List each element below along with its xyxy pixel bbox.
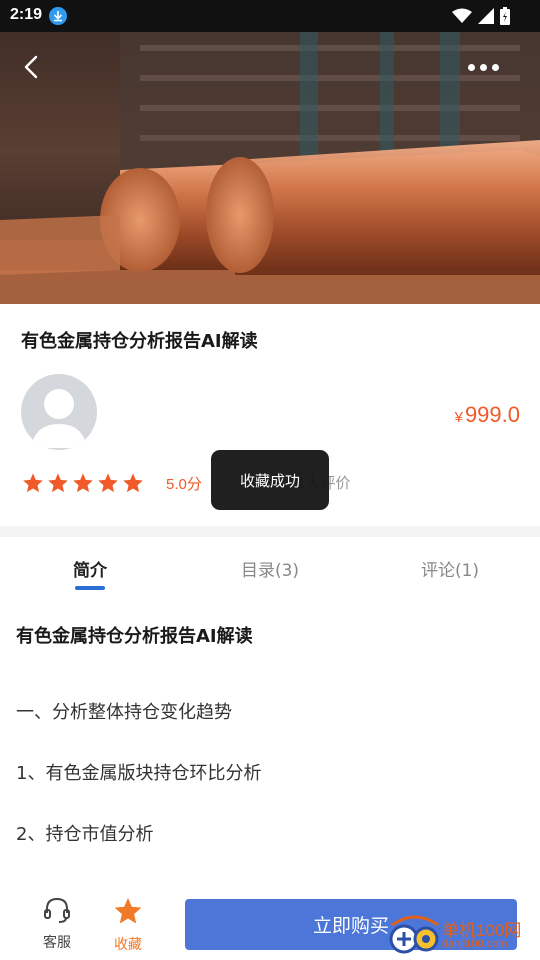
star-icon — [73, 473, 93, 493]
tab-comments[interactable]: 评论(1) — [360, 540, 540, 598]
star-icon — [48, 473, 68, 493]
price-value: 999.0 — [464, 402, 520, 427]
customer-service-label: 客服 — [43, 935, 71, 951]
favorite-button[interactable]: 收藏 — [98, 896, 158, 954]
watermark-logo-icon — [389, 915, 439, 954]
star-icon — [123, 473, 143, 493]
more-dot — [480, 63, 487, 71]
content-title: 有色金属持仓分析报告AI解读 — [16, 626, 253, 647]
tab-active-indicator — [75, 586, 105, 590]
product-title: 有色金属持仓分析报告AI解读 — [21, 331, 258, 352]
toast-message: 收藏成功 — [211, 450, 329, 510]
more-dot — [492, 63, 499, 71]
headset-icon — [44, 897, 70, 923]
download-icon — [49, 7, 67, 25]
status-time: 2:19 — [10, 6, 43, 23]
rating-row: 5.0分 — [22, 472, 202, 494]
watermark-url: danji100.com — [442, 938, 508, 950]
signal-icon — [478, 8, 494, 24]
wifi-icon — [452, 8, 472, 23]
user-placeholder-icon — [31, 389, 87, 448]
content-line: 1、有色金属版块持仓环比分析 — [16, 763, 262, 784]
star-filled-icon — [114, 897, 142, 924]
favorite-label: 收藏 — [114, 937, 142, 953]
section-divider — [0, 526, 540, 537]
status-icons — [452, 7, 510, 25]
more-options-button[interactable] — [468, 58, 502, 76]
content-line: 2、持仓市值分析 — [16, 824, 154, 845]
customer-service-button[interactable]: 客服 — [27, 896, 87, 952]
rating-score: 5.0分 — [166, 475, 202, 493]
intro-content: 有色金属持仓分析报告AI解读 一、分析整体持仓变化趋势 1、有色金属版块持仓环比… — [16, 622, 526, 881]
tab-intro[interactable]: 简介 — [0, 540, 180, 598]
tab-label: 评论(1) — [420, 561, 480, 581]
status-bar: 2:19 — [0, 0, 540, 32]
back-button[interactable] — [18, 52, 46, 82]
rating-stars — [22, 472, 144, 494]
star-icon — [98, 473, 118, 493]
site-watermark: 单机100网 danji100.com — [388, 913, 538, 959]
tab-label: 简介 — [73, 561, 107, 581]
detail-tabs: 简介 目录(3) 评论(1) — [0, 540, 540, 598]
product-price: ¥999.0 — [455, 402, 520, 428]
tab-catalog[interactable]: 目录(3) — [180, 540, 360, 598]
chevron-left-icon — [24, 55, 38, 79]
product-cover-image — [0, 0, 540, 304]
copper-rods-photo — [0, 0, 540, 304]
author-avatar[interactable] — [21, 374, 97, 450]
battery-icon — [500, 7, 510, 25]
tab-label: 目录(3) — [240, 561, 300, 581]
more-dot — [468, 63, 475, 71]
currency-symbol: ¥ — [454, 409, 463, 426]
content-line: 一、分析整体持仓变化趋势 — [16, 702, 232, 723]
star-icon — [23, 473, 43, 493]
